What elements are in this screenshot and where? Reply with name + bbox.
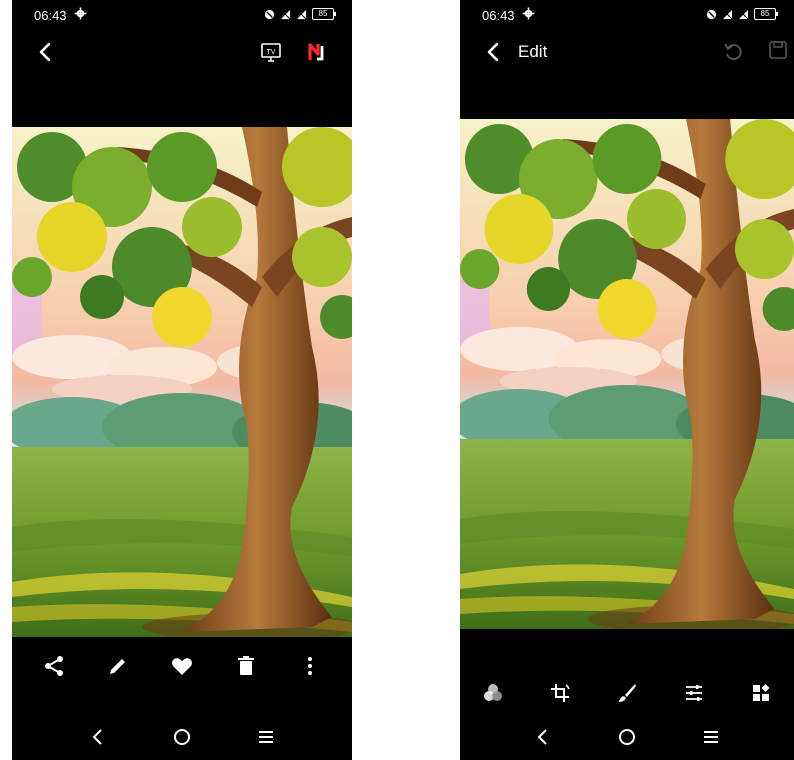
back-arrow-icon[interactable] bbox=[480, 38, 508, 66]
nav-recents-icon[interactable] bbox=[700, 726, 722, 748]
system-nav-bar bbox=[12, 722, 352, 752]
brush-icon[interactable] bbox=[615, 681, 639, 705]
battery-icon: 85 bbox=[754, 8, 778, 20]
n-app-icon[interactable] bbox=[306, 40, 330, 64]
photo-viewer-screen: 06:43 85 TV bbox=[12, 0, 352, 760]
edit-tool-bar bbox=[460, 675, 794, 711]
more-vertical-icon[interactable] bbox=[298, 654, 322, 678]
no-signal-icon bbox=[280, 9, 291, 19]
nav-recents-icon[interactable] bbox=[255, 726, 277, 748]
settings-gear-icon bbox=[522, 7, 535, 20]
back-arrow-icon[interactable] bbox=[32, 38, 60, 66]
undo-icon[interactable] bbox=[722, 40, 744, 62]
nav-home-icon[interactable] bbox=[616, 726, 638, 748]
photo-edit-screen: 06:43 85 Edit bbox=[460, 0, 794, 760]
tree-painting bbox=[12, 127, 352, 637]
nfc-icon bbox=[706, 9, 717, 19]
share-icon[interactable] bbox=[42, 654, 66, 678]
system-nav-bar bbox=[460, 722, 794, 752]
adjust-sliders-icon[interactable] bbox=[682, 681, 706, 705]
nav-back-icon[interactable] bbox=[87, 726, 109, 748]
photo-action-bar bbox=[12, 648, 352, 684]
battery-icon: 85 bbox=[312, 8, 336, 20]
favorite-heart-icon[interactable] bbox=[170, 654, 194, 678]
edit-top-bar: Edit bbox=[460, 30, 794, 76]
nfc-icon bbox=[264, 9, 275, 19]
delete-trash-icon[interactable] bbox=[234, 654, 258, 678]
page-title: Edit bbox=[518, 42, 548, 61]
nav-home-icon[interactable] bbox=[171, 726, 193, 748]
status-bar: 06:43 85 bbox=[12, 0, 352, 30]
edit-pencil-icon[interactable] bbox=[106, 654, 130, 678]
filters-icon[interactable] bbox=[481, 681, 505, 705]
more-tools-icon[interactable] bbox=[749, 681, 773, 705]
status-time: 06:43 bbox=[34, 8, 67, 23]
crop-rotate-icon[interactable] bbox=[548, 681, 572, 705]
photo-image[interactable] bbox=[460, 119, 794, 629]
tv-cast-icon[interactable]: TV bbox=[260, 41, 282, 63]
status-time: 06:43 bbox=[482, 8, 515, 23]
save-icon[interactable] bbox=[768, 40, 788, 60]
status-icons: 85 bbox=[264, 8, 336, 20]
tree-painting bbox=[460, 119, 794, 629]
no-signal-icon bbox=[722, 9, 733, 19]
no-signal-icon bbox=[296, 9, 307, 19]
status-bar: 06:43 85 bbox=[460, 0, 794, 30]
svg-text:TV: TV bbox=[267, 49, 276, 56]
photo-image[interactable] bbox=[12, 127, 352, 637]
status-icons: 85 bbox=[706, 8, 778, 20]
settings-gear-icon bbox=[74, 7, 87, 20]
nav-back-icon[interactable] bbox=[532, 726, 554, 748]
viewer-top-bar: TV bbox=[12, 30, 352, 76]
no-signal-icon bbox=[738, 9, 749, 19]
